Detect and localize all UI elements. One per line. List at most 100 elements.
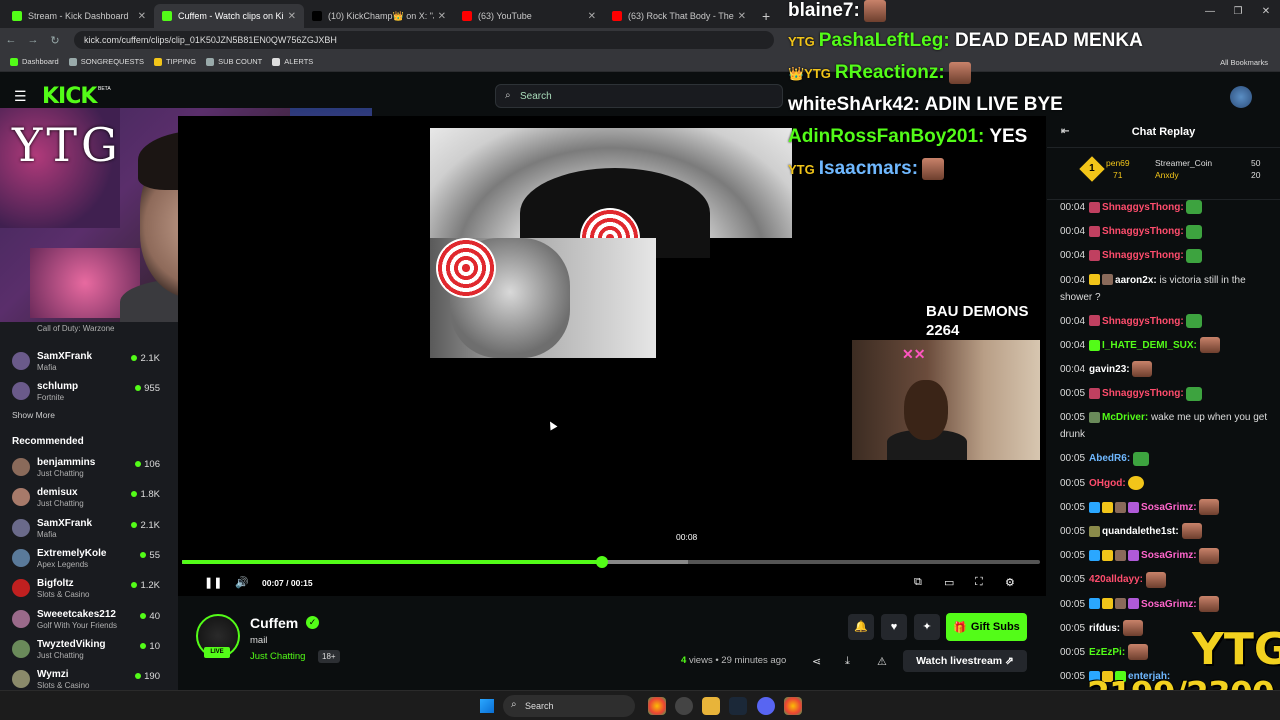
kick-logo[interactable]: KICK xyxy=(42,84,97,109)
chat-timestamp: 00:04 xyxy=(1060,364,1086,375)
watch-livestream-button[interactable]: Watch livestream ⇗ xyxy=(903,650,1027,672)
windows-start-icon[interactable] xyxy=(480,699,494,713)
chat-username[interactable]: ShnaggysThong: xyxy=(1102,316,1184,327)
category-link[interactable]: Just Chatting xyxy=(250,651,305,662)
overlay-user: AdinRossFanBoy201: xyxy=(788,126,985,147)
url-field[interactable]: kick.com/cuffem/clips/clip_01K50JZN5B81E… xyxy=(74,31,774,49)
menu-icon[interactable]: ☰ xyxy=(14,88,27,105)
channel-name: Bigfoltz xyxy=(37,578,74,590)
bookmark-item[interactable]: SUB COUNT xyxy=(206,57,262,66)
chat-username[interactable]: ShnaggysThong: xyxy=(1102,250,1184,261)
file-explorer-icon[interactable] xyxy=(702,697,720,715)
chat-username[interactable]: SosaGrimz: xyxy=(1141,599,1197,610)
windows-taskbar: ⌕ Search xyxy=(0,690,1280,720)
browser-tab[interactable]: (10) KickChamp👑 on X: "Jake ✕ xyxy=(304,4,454,28)
channel-avatar xyxy=(12,488,30,507)
chat-timestamp: 00:04 xyxy=(1060,315,1086,327)
sidebar-channel[interactable]: Sweeetcakes212 Golf With Your Friends 40 xyxy=(12,606,172,634)
forward-icon[interactable]: → xyxy=(22,34,44,46)
close-tab-icon[interactable]: ✕ xyxy=(738,11,746,22)
bookmark-item[interactable]: Dashboard xyxy=(10,57,59,66)
sidebar-channel[interactable]: ExtremelyKole Apex Legends 55 xyxy=(12,545,172,573)
report-icon[interactable]: ⚠ xyxy=(877,655,887,668)
chat-username[interactable]: I_HATE_DEMI_SUX: xyxy=(1102,340,1197,351)
chrome-icon[interactable] xyxy=(648,697,666,715)
browser-tab[interactable]: (63) YouTube ✕ xyxy=(454,4,604,28)
browser-tab[interactable]: Stream - Kick Dashboard ✕ xyxy=(4,4,154,28)
chat-username[interactable]: ShnaggysThong: xyxy=(1102,202,1184,213)
minimize-icon[interactable]: — xyxy=(1196,0,1224,24)
close-tab-icon[interactable]: ✕ xyxy=(438,11,446,22)
chat-username[interactable]: rifdus: xyxy=(1089,623,1120,634)
chrome-profile-icon[interactable] xyxy=(784,697,802,715)
close-tab-icon[interactable]: ✕ xyxy=(138,11,146,22)
chat-timestamp: 00:05 xyxy=(1060,574,1086,586)
app-icon[interactable] xyxy=(675,697,693,715)
sidebar-channel[interactable]: TwyztedViking Just Chatting 10 xyxy=(12,636,172,664)
volume-icon[interactable]: 🔊 xyxy=(235,576,249,589)
chat-message: 00:04 aaron2x: is victoria still in the s… xyxy=(1060,272,1270,306)
all-bookmarks[interactable]: All Bookmarks xyxy=(1220,58,1268,67)
progress-bar[interactable] xyxy=(182,556,1040,568)
chat-username[interactable]: SosaGrimz: xyxy=(1141,550,1197,561)
back-icon[interactable]: ← xyxy=(0,34,22,46)
close-tab-icon[interactable]: ✕ xyxy=(588,11,596,22)
chat-username[interactable]: McDriver: xyxy=(1102,412,1148,423)
chat-timestamp: 00:05 xyxy=(1060,453,1086,465)
chat-username[interactable]: aaron2x: xyxy=(1115,275,1157,286)
user-avatar[interactable] xyxy=(1230,86,1252,108)
tab-title: (63) YouTube xyxy=(478,11,532,21)
chat-username[interactable]: EzEzPi: xyxy=(1089,647,1125,658)
discord-icon[interactable] xyxy=(757,697,775,715)
close-window-icon[interactable]: ✕ xyxy=(1252,0,1280,24)
taskbar-search[interactable]: ⌕ Search xyxy=(503,695,635,717)
chat-timestamp: 00:05 xyxy=(1060,622,1086,634)
browser-tab[interactable]: (63) Rock That Body - The Black ✕ xyxy=(604,4,754,28)
sidebar-channel[interactable]: SamXFrank Mafia 2.1K xyxy=(12,515,172,543)
chat-username[interactable]: ShnaggysThong: xyxy=(1102,226,1184,237)
overlay-user: blaine7: xyxy=(788,0,860,22)
search-input[interactable]: ⌕ Search xyxy=(495,84,783,108)
browser-tab[interactable]: Cuffem - Watch clips on Ki ✕ xyxy=(154,4,304,28)
sidebar-channel[interactable]: benjammins Just Chatting 106 xyxy=(12,454,172,482)
sidebar-channel[interactable]: SamXFrank Mafia 2.1K xyxy=(12,348,172,376)
gift-subs-button[interactable]: 🎁 Gift Subs xyxy=(946,613,1027,641)
sidebar-channel[interactable]: Call of Duty: Warzone xyxy=(12,318,172,346)
bell-icon[interactable]: 🔔 xyxy=(848,614,874,640)
gifter-2-count: 50 xyxy=(1251,158,1261,168)
chat-username[interactable]: 420alldayy: xyxy=(1089,574,1143,585)
settings-icon[interactable]: ⚙ xyxy=(1005,576,1015,589)
chat-username[interactable]: AbedR6: xyxy=(1089,453,1130,464)
heart-icon[interactable]: ♥ xyxy=(881,614,907,640)
reload-icon[interactable]: ↻ xyxy=(44,34,66,47)
chat-message: 00:05 SosaGrimz: xyxy=(1060,595,1270,613)
channel-avatar xyxy=(12,458,30,476)
fullscreen-icon[interactable]: ⛶ xyxy=(975,576,983,589)
bookmark-item[interactable]: TIPPING xyxy=(154,57,196,66)
bookmark-item[interactable]: ALERTS xyxy=(272,57,313,66)
chat-username[interactable]: quandalethe1st: xyxy=(1102,526,1179,537)
sparkle-icon[interactable]: ✦ xyxy=(914,614,940,640)
pip-icon[interactable]: ⧉ xyxy=(914,576,922,589)
viewer-count: 40 xyxy=(140,611,160,622)
bookmark-item[interactable]: SONGREQUESTS xyxy=(68,57,144,66)
maximize-icon[interactable]: ❐ xyxy=(1224,0,1252,24)
chat-username[interactable]: OHgod: xyxy=(1089,478,1126,489)
sidebar-channel[interactable]: Bigfoltz Slots & Casino 1.2K xyxy=(12,575,172,603)
download-icon[interactable]: ⤓ xyxy=(845,655,850,668)
steam-icon[interactable] xyxy=(729,697,747,715)
viewer-count: 1.8K xyxy=(131,489,160,500)
close-tab-icon[interactable]: ✕ xyxy=(288,11,296,22)
pause-icon[interactable]: ❚❚ xyxy=(204,576,222,589)
theater-mode-icon[interactable]: ▭ xyxy=(944,576,954,589)
share-icon[interactable]: ⋖ xyxy=(812,655,821,668)
sidebar-channel[interactable]: demisux Just Chatting 1.8K xyxy=(12,484,172,512)
channel-name[interactable]: Cuffem xyxy=(250,615,298,631)
show-more-link[interactable]: Show More xyxy=(12,410,55,420)
chat-username[interactable]: ShnaggysThong: xyxy=(1102,388,1184,399)
new-tab-button[interactable]: + xyxy=(754,8,778,28)
chat-message: 00:05 420alldayy: xyxy=(1060,571,1270,588)
chat-username[interactable]: gavin23: xyxy=(1089,364,1130,375)
sidebar-channel[interactable]: schlump Fortnite 955 xyxy=(12,378,172,406)
chat-username[interactable]: SosaGrimz: xyxy=(1141,502,1197,513)
